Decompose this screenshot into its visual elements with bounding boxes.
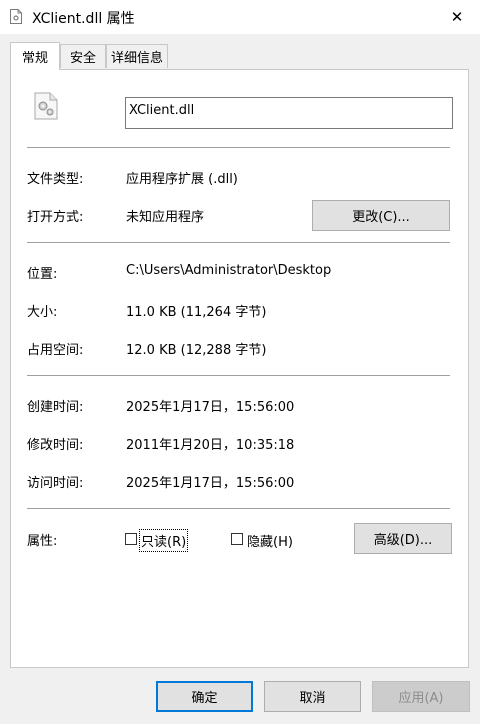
location-label: 位置:: [27, 267, 58, 282]
change-button-label: 更改(C)...: [352, 210, 410, 225]
tab-security[interactable]: 安全: [60, 44, 106, 68]
readonly-label[interactable]: 只读(R): [138, 529, 189, 552]
divider: [27, 147, 450, 148]
tab-label: 安全: [69, 51, 96, 66]
location-value: C:\Users\Administrator\Desktop: [126, 263, 332, 278]
ok-button-label: 确定: [191, 691, 218, 706]
file-type-label: 文件类型:: [27, 172, 84, 187]
size-on-disk-value: 12.0 KB (12,288 字节): [126, 343, 267, 358]
change-button[interactable]: 更改(C)...: [312, 200, 450, 231]
title-bar: XClient.dll 属性 ✕: [0, 0, 480, 34]
accessed-label: 访问时间:: [27, 476, 84, 491]
advanced-button[interactable]: 高级(D)...: [354, 523, 452, 554]
size-value: 11.0 KB (11,264 字节): [126, 305, 267, 320]
file-icon: [10, 9, 22, 24]
apply-button-label: 应用(A): [398, 691, 444, 706]
cancel-button-label: 取消: [299, 691, 326, 706]
tab-general[interactable]: 常规: [10, 42, 60, 70]
divider: [27, 508, 450, 509]
close-button[interactable]: ✕: [434, 0, 480, 34]
divider: [27, 375, 450, 376]
ok-button[interactable]: 确定: [156, 681, 253, 712]
tab-label: 常规: [21, 51, 48, 66]
readonly-checkbox[interactable]: [125, 533, 137, 545]
close-icon: ✕: [450, 8, 464, 26]
opens-with-label: 打开方式:: [27, 210, 84, 225]
window-title: XClient.dll 属性: [32, 11, 135, 27]
file-name-input[interactable]: XClient.dll: [125, 97, 453, 129]
divider: [27, 242, 450, 243]
attributes-label: 属性:: [27, 534, 58, 549]
modified-value: 2011年1月20日，10:35:18: [126, 438, 295, 453]
tab-details[interactable]: 详细信息: [106, 44, 168, 68]
hidden-checkbox[interactable]: [231, 533, 243, 545]
size-label: 大小:: [27, 305, 58, 320]
dll-gear-file-icon: [34, 92, 58, 120]
tab-label: 详细信息: [110, 51, 163, 66]
modified-label: 修改时间:: [27, 438, 84, 453]
hidden-label[interactable]: 隐藏(H): [247, 531, 293, 550]
apply-button[interactable]: 应用(A): [372, 681, 470, 712]
size-on-disk-label: 占用空间:: [27, 343, 84, 358]
created-label: 创建时间:: [27, 400, 84, 415]
opens-with-value: 未知应用程序: [126, 210, 205, 225]
general-panel: [10, 69, 469, 668]
created-value: 2025年1月17日，15:56:00: [126, 400, 295, 415]
cancel-button[interactable]: 取消: [264, 681, 361, 712]
accessed-value: 2025年1月17日，15:56:00: [126, 476, 295, 491]
advanced-button-label: 高级(D)...: [373, 533, 433, 548]
file-type-value: 应用程序扩展 (.dll): [126, 172, 238, 187]
